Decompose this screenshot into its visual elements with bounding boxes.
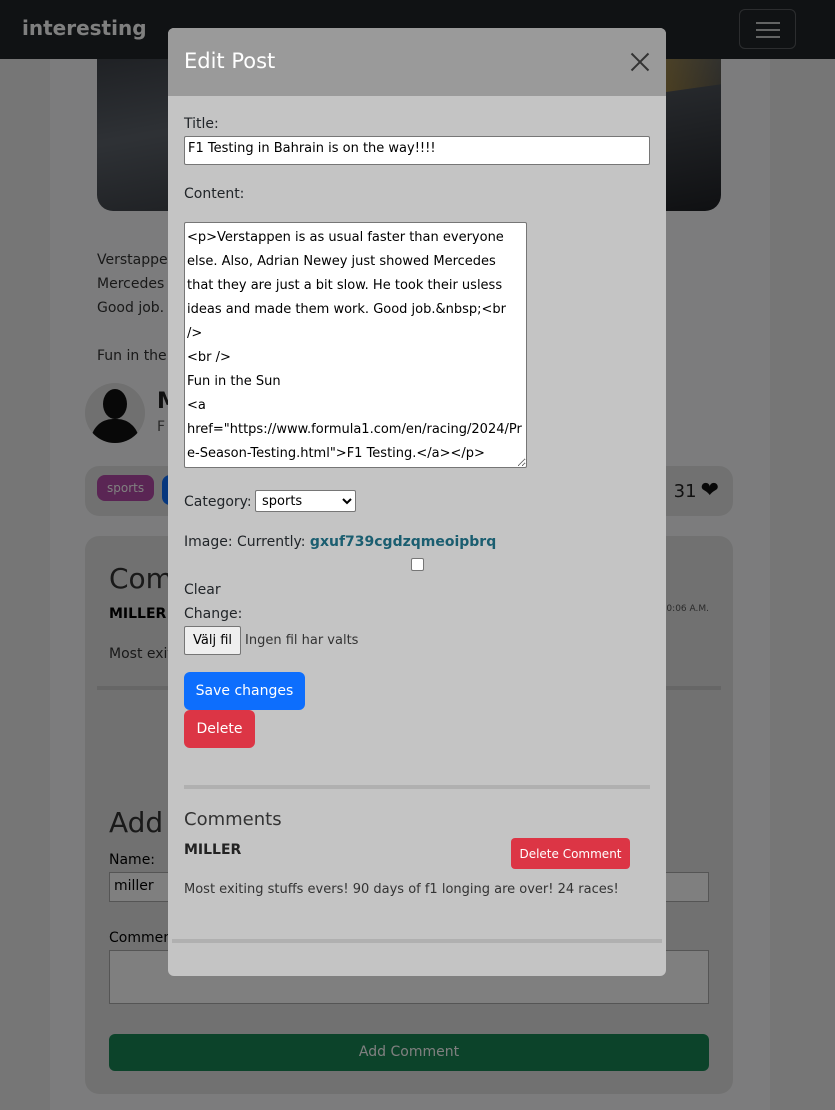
- comment-text: Most exiting stuffs evers! 90 days of f1…: [184, 882, 619, 897]
- comments-heading: Comments: [184, 809, 282, 830]
- change-label: Change:: [184, 606, 243, 622]
- file-status-text: Ingen fil har valts: [245, 633, 359, 648]
- clear-label: Clear: [184, 582, 221, 598]
- close-icon[interactable]: [630, 52, 650, 72]
- choose-file-button[interactable]: Välj fil: [184, 626, 241, 655]
- divider: [184, 785, 650, 789]
- category-label: Category:: [184, 494, 252, 510]
- edit-post-modal: Edit Post Title: F1 Testing in Bahrain i…: [168, 28, 666, 976]
- image-label: Image: Currently:: [184, 534, 306, 550]
- delete-post-button[interactable]: Delete: [184, 710, 255, 748]
- comment-author: MILLER: [184, 842, 242, 858]
- content-textarea[interactable]: <p>Verstappen is as usual faster than ev…: [184, 222, 527, 468]
- image-row: Image: Currently: gxuf739cgdzqmeoipbrq: [184, 534, 496, 550]
- title-input[interactable]: F1 Testing in Bahrain is on the way!!!!: [184, 136, 650, 165]
- content-label: Content:: [184, 186, 245, 202]
- divider: [172, 939, 662, 943]
- clear-checkbox[interactable]: [411, 558, 424, 571]
- modal-header: Edit Post: [168, 28, 666, 96]
- delete-comment-button[interactable]: Delete Comment: [511, 838, 630, 869]
- modal-title: Edit Post: [184, 49, 276, 73]
- save-changes-button[interactable]: Save changes: [184, 672, 305, 710]
- category-select[interactable]: sports: [255, 490, 356, 512]
- title-label: Title:: [184, 116, 219, 132]
- image-current-link[interactable]: gxuf739cgdzqmeoipbrq: [310, 534, 496, 550]
